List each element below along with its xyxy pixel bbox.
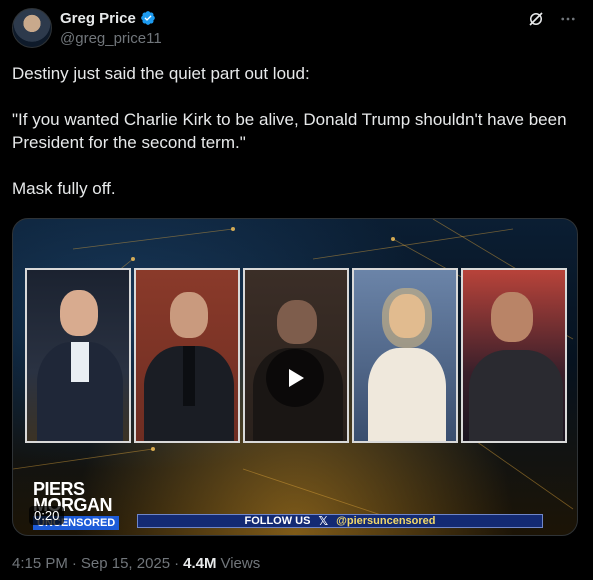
avatar[interactable] — [12, 8, 52, 48]
display-name-row: Greg Price — [60, 8, 162, 28]
tweet-line: "If you wanted Charlie Kirk to be alive,… — [12, 110, 567, 152]
more-icon[interactable] — [559, 10, 577, 28]
video-panel-5 — [461, 268, 567, 443]
follow-bar: FOLLOW US 𝕏 @piersuncensored — [137, 514, 543, 528]
views-label: Views — [220, 555, 261, 572]
views-count[interactable]: 4.4M — [183, 555, 216, 572]
tweet-date[interactable]: Sep 15, 2025 — [81, 555, 170, 572]
video-duration: 0:20 — [29, 506, 65, 525]
x-logo-icon: 𝕏 — [318, 514, 329, 528]
tweet-text: Destiny just said the quiet part out lou… — [12, 62, 572, 200]
author-block: Greg Price @greg_price11 — [60, 8, 162, 48]
tweet-time[interactable]: 4:15 PM — [12, 555, 68, 572]
play-icon — [289, 369, 304, 387]
tweet-meta: 4:15 PM · Sep 15, 2025 · 4.4M Views — [12, 555, 260, 572]
play-button[interactable] — [266, 349, 324, 407]
video-panel-1 — [25, 268, 131, 443]
tweet-header: Greg Price @greg_price11 — [12, 8, 581, 52]
grok-icon[interactable] — [527, 10, 545, 28]
tweet-line: Destiny just said the quiet part out lou… — [12, 64, 310, 83]
author-display-name[interactable]: Greg Price — [60, 10, 136, 27]
video-player[interactable]: PIERS MORGAN UNCENSORED 0:20 FOLLOW US 𝕏… — [12, 218, 578, 536]
follow-label: FOLLOW US — [244, 515, 311, 527]
header-actions — [527, 10, 577, 28]
verified-badge-icon — [141, 11, 155, 25]
meta-separator: · — [174, 555, 180, 572]
tweet-line: Mask fully off. — [12, 179, 116, 198]
author-handle[interactable]: @greg_price11 — [60, 30, 162, 47]
meta-separator: · — [71, 555, 77, 572]
video-panel-4 — [352, 268, 458, 443]
video-panel-2 — [134, 268, 240, 443]
follow-handle: @piersuncensored — [336, 515, 436, 527]
